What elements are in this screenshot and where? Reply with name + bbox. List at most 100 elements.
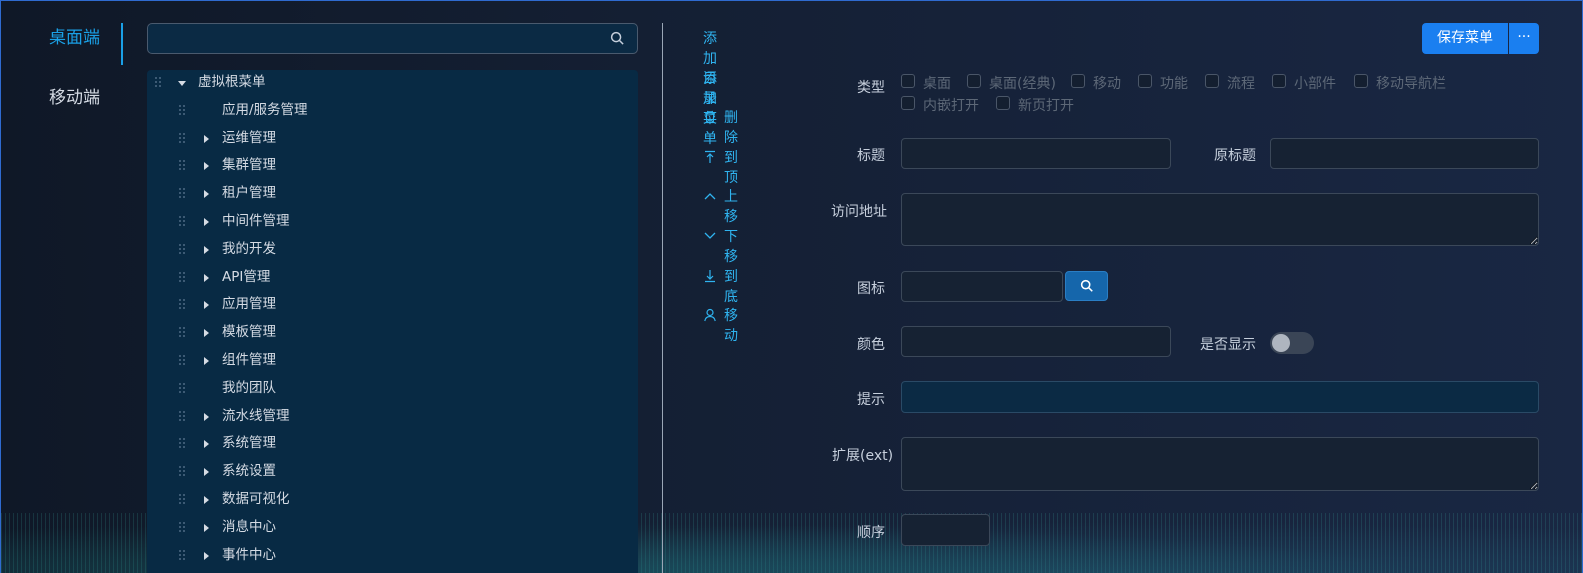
- drag-handle-icon[interactable]: [178, 549, 186, 561]
- caret-right-icon[interactable]: [204, 356, 209, 365]
- tree-item[interactable]: 集群管理: [147, 153, 638, 181]
- tree-item[interactable]: 我的开发: [147, 237, 638, 265]
- checkbox-box[interactable]: [967, 74, 981, 88]
- drag-handle-icon[interactable]: [178, 159, 186, 171]
- drag-handle-icon[interactable]: [178, 521, 186, 533]
- delete-label: 删除: [724, 110, 738, 147]
- caret-right-icon[interactable]: [204, 273, 209, 282]
- tree-item[interactable]: 组件管理: [147, 348, 638, 376]
- drag-handle-icon[interactable]: [178, 354, 186, 366]
- caret-right-icon[interactable]: [204, 245, 209, 254]
- tree-item[interactable]: 消息中心: [147, 515, 638, 543]
- checkbox-box[interactable]: [1071, 74, 1085, 88]
- move-down-label: 下移: [724, 228, 738, 265]
- app-frame: 桌面端 移动端 虚拟根菜单应用/服务管理 运维管理集群管理租户管理 中间件管理 我的开…: [0, 0, 1583, 573]
- type-option-label: 移动: [1093, 76, 1121, 92]
- search-icon[interactable]: [610, 31, 625, 46]
- drag-handle-icon[interactable]: [178, 298, 186, 310]
- type-option-label: 小部件: [1294, 76, 1336, 92]
- caret-right-icon[interactable]: [204, 190, 209, 199]
- caret-right-icon[interactable]: [204, 217, 209, 226]
- drag-handle-icon[interactable]: [178, 410, 186, 422]
- move-up-label: 上移: [724, 189, 738, 226]
- tree-item[interactable]: 系统管理: [147, 431, 638, 459]
- caret-right-icon[interactable]: [204, 495, 209, 504]
- tree-item-label: 消息中心: [222, 518, 276, 535]
- caret-right-icon[interactable]: [204, 162, 209, 171]
- caret-right-icon[interactable]: [204, 301, 209, 310]
- add-menu-label: 添加菜单: [703, 70, 717, 147]
- tree-item[interactable]: 系统设置: [147, 459, 638, 487]
- to-top-icon: [705, 150, 715, 163]
- caret-right-icon[interactable]: [204, 329, 209, 338]
- checkbox-box[interactable]: [901, 96, 915, 110]
- tree-item[interactable]: 流水线管理: [147, 404, 638, 432]
- drag-handle-icon[interactable]: [178, 437, 186, 449]
- more-options-button[interactable]: ···: [1509, 23, 1539, 54]
- type-option-label: 新页打开: [1018, 98, 1074, 114]
- caret-right-icon[interactable]: [204, 551, 209, 560]
- tree-item[interactable]: API管理: [147, 265, 638, 293]
- drag-handle-icon[interactable]: [178, 326, 186, 338]
- type-option-label: 桌面(经典): [989, 76, 1056, 92]
- drag-handle-icon[interactable]: [178, 493, 186, 505]
- drag-handle-icon[interactable]: [178, 104, 186, 116]
- drag-handle-icon[interactable]: [154, 76, 162, 88]
- checkbox-box[interactable]: [1138, 74, 1152, 88]
- icon-field[interactable]: [901, 271, 1063, 302]
- tree-item[interactable]: 应用/服务管理: [147, 98, 638, 126]
- icon-search-button[interactable]: [1065, 271, 1108, 301]
- order-field[interactable]: [901, 514, 990, 546]
- url-field[interactable]: [901, 193, 1539, 246]
- tree-item-label: 集群管理: [222, 157, 276, 174]
- title-field[interactable]: [901, 138, 1171, 169]
- caret-right-icon[interactable]: [204, 468, 209, 477]
- drag-handle-icon[interactable]: [178, 187, 186, 199]
- tree-item[interactable]: 运维管理: [147, 126, 638, 154]
- color-field[interactable]: [901, 326, 1171, 357]
- tree-item-label: 流水线管理: [222, 407, 290, 424]
- drag-handle-icon[interactable]: [178, 271, 186, 283]
- drag-handle-icon[interactable]: [178, 132, 186, 144]
- tree-item[interactable]: 数据可视化: [147, 487, 638, 515]
- original-title-field[interactable]: [1270, 138, 1539, 169]
- tree-search-input[interactable]: [148, 24, 598, 53]
- tree-item-label: 数据可视化: [222, 490, 290, 507]
- drag-handle-icon[interactable]: [178, 465, 186, 477]
- tree-item[interactable]: 应用管理: [147, 292, 638, 320]
- visible-toggle[interactable]: [1270, 332, 1314, 354]
- save-menu-button[interactable]: 保存菜单: [1422, 23, 1508, 54]
- drag-handle-icon[interactable]: [178, 382, 186, 394]
- caret-right-icon[interactable]: [204, 412, 209, 421]
- checkbox-box[interactable]: [1272, 74, 1286, 88]
- nav-item-desktop[interactable]: 桌面端: [49, 23, 100, 48]
- search-icon: [1080, 279, 1093, 292]
- caret-down-icon[interactable]: [178, 81, 186, 86]
- ext-field[interactable]: [901, 437, 1539, 491]
- caret-right-icon[interactable]: [204, 134, 209, 143]
- visible-label: 是否显示: [1200, 337, 1256, 353]
- nav-item-mobile[interactable]: 移动端: [49, 83, 100, 108]
- drag-handle-icon[interactable]: [178, 215, 186, 227]
- tree-item[interactable]: 事件中心: [147, 543, 638, 571]
- checkbox-box[interactable]: [901, 74, 915, 88]
- caret-right-icon[interactable]: [204, 523, 209, 532]
- vertical-divider: [662, 23, 663, 573]
- user-icon: [704, 309, 716, 322]
- tree-item[interactable]: 模板管理: [147, 320, 638, 348]
- tree-item-label: 事件中心: [222, 546, 276, 563]
- tree-item-label: 组件管理: [222, 351, 276, 368]
- hint-field[interactable]: [901, 381, 1539, 413]
- checkbox-box[interactable]: [996, 96, 1010, 110]
- tree-root[interactable]: 虚拟根菜单: [147, 70, 638, 98]
- drag-handle-icon[interactable]: [178, 243, 186, 255]
- checkbox-box[interactable]: [1354, 74, 1368, 88]
- ext-label: 扩展(ext): [832, 448, 894, 464]
- tree-item[interactable]: 我的团队: [147, 376, 638, 404]
- tree-item[interactable]: 中间件管理: [147, 209, 638, 237]
- tree-item-label: 系统管理: [222, 435, 276, 452]
- checkbox-box[interactable]: [1205, 74, 1219, 88]
- tree-item[interactable]: 租户管理: [147, 181, 638, 209]
- caret-right-icon[interactable]: [204, 440, 209, 449]
- tree-root-label: 虚拟根菜单: [198, 74, 266, 90]
